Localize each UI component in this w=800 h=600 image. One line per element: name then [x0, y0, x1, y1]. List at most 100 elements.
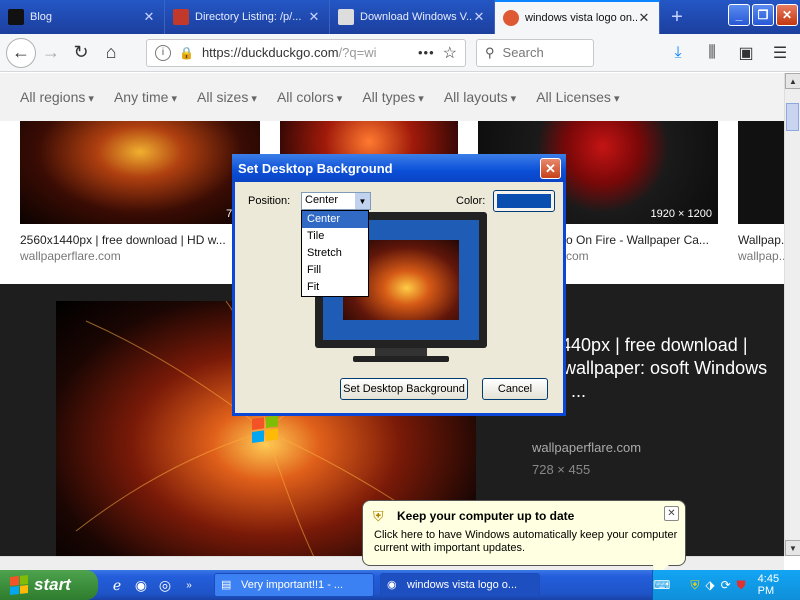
new-tab-icon[interactable]: + [660, 0, 694, 34]
option-fill[interactable]: Fill [302, 262, 368, 279]
set-desktop-background-button[interactable]: Set Desktop Background [340, 378, 468, 400]
update-balloon[interactable]: ⛨ Keep your computer up to date ✕ Click … [362, 500, 686, 577]
taskbar-item[interactable]: ▤ Very important!!1 - ... [214, 573, 374, 597]
filter-regions[interactable]: All regions [20, 89, 94, 105]
search-icon: ⚲ [485, 44, 495, 60]
library-icon[interactable]: ⫼ [698, 39, 726, 67]
position-value: Center [305, 194, 339, 206]
detail-dimensions: 728 × 455 [532, 462, 591, 477]
close-window-icon[interactable]: ✕ [776, 4, 798, 26]
monitor-base [353, 356, 449, 362]
tab-close-icon[interactable]: ✕ [637, 10, 651, 26]
taskbar-item-label: windows vista logo o... [407, 579, 518, 591]
result-caption[interactable]: 2560x1440px | free download | HD w... [20, 233, 260, 247]
toolbar-right: ⤓ ⫼ ▣ ☰ [664, 39, 794, 67]
keyboard-icon[interactable]: ⌨ [653, 578, 670, 592]
tab-close-icon[interactable]: ✕ [472, 9, 486, 25]
color-swatch [497, 194, 551, 208]
chevron-down-icon[interactable]: ▼ [355, 193, 370, 209]
download-icon[interactable]: ⤓ [664, 39, 692, 67]
window-controls: _ ❐ ✕ [728, 4, 798, 26]
tab-close-icon[interactable]: ✕ [307, 9, 321, 25]
sidebar-icon[interactable]: ▣ [732, 39, 760, 67]
url-main: https://duckduckgo.com [201, 45, 339, 60]
start-button[interactable]: start [0, 570, 98, 600]
balloon-text: Click here to have Windows automatically… [374, 529, 678, 554]
home-icon[interactable]: ⌂ [96, 38, 126, 68]
back-arrow-icon[interactable]: ← [6, 37, 36, 68]
system-tray: ⌨ ⛨ ⬗ ⟳ ⛊ 4:45 PM [652, 570, 800, 600]
update-icon[interactable]: ⟳ [721, 578, 731, 592]
result-thumbnail[interactable]: 728 × [20, 121, 260, 224]
result-source: wallpaperflare.com [20, 249, 121, 263]
filter-layouts[interactable]: All layouts [444, 89, 516, 105]
scroll-thumb[interactable] [786, 103, 799, 131]
blog-favicon-icon [8, 9, 24, 25]
info-icon[interactable]: i [155, 44, 171, 61]
image-size: 1920 × 1200 [650, 208, 712, 220]
shield-icon: ⛨ [373, 508, 384, 524]
tab-strip: Blog ✕ Directory Listing: /p/... ✕ Downl… [0, 0, 800, 34]
detail-title[interactable]: 0x1440px | free download | HD wallpaper:… [532, 334, 772, 403]
filter-time[interactable]: Any time [114, 89, 177, 105]
firefox-icon[interactable]: ◉ [132, 576, 150, 594]
tab-windows-vista-logo[interactable]: windows vista logo on... ✕ [495, 0, 660, 34]
quick-launch-expand-icon[interactable]: » [180, 576, 198, 594]
window-icon: ▤ [221, 579, 232, 591]
color-picker-button[interactable] [493, 190, 555, 212]
result-thumbnail[interactable] [738, 121, 784, 224]
search-box[interactable]: ⚲ Search [476, 38, 594, 67]
position-dropdown-list: Center Tile Stretch Fill Fit [301, 210, 369, 297]
minimize-icon[interactable]: _ [728, 4, 750, 26]
security-alert-icon[interactable]: ⛨ [690, 578, 699, 593]
taskbar-item[interactable]: ◉ windows vista logo o... [380, 573, 540, 597]
tab-download-windows[interactable]: Download Windows V... ✕ [330, 0, 495, 34]
option-tile[interactable]: Tile [302, 228, 368, 245]
scroll-down-icon[interactable]: ▼ [785, 540, 800, 556]
media-icon[interactable]: ◎ [156, 576, 174, 594]
position-select[interactable]: Center ▼ [301, 192, 371, 210]
detail-source[interactable]: wallpaperflare.com [532, 440, 641, 455]
page-actions-icon[interactable]: ••• [418, 45, 435, 60]
option-center[interactable]: Center [302, 211, 368, 228]
security-center-icon[interactable]: ⛊ [737, 578, 746, 593]
nav-bar: ← → ↻ ⌂ i 🔒 https://duckduckgo.com/?q=wi… [0, 34, 800, 72]
tab-blog[interactable]: Blog ✕ [0, 0, 165, 34]
download-favicon-icon [338, 9, 354, 25]
hamburger-menu-icon[interactable]: ☰ [766, 39, 794, 67]
scroll-up-icon[interactable]: ▲ [785, 73, 800, 89]
result-caption[interactable]: o On Fire - Wallpaper Ca... [566, 233, 718, 247]
filter-types[interactable]: All types [362, 89, 424, 105]
option-stretch[interactable]: Stretch [302, 245, 368, 262]
position-label: Position: [248, 195, 291, 207]
tab-close-icon[interactable]: ✕ [142, 9, 156, 25]
bookmark-star-icon[interactable]: ☆ [443, 43, 457, 63]
filter-colors[interactable]: All colors [277, 89, 342, 105]
reload-icon[interactable]: ↻ [66, 38, 96, 68]
network-icon[interactable]: ⬗ [705, 578, 714, 592]
url-bar[interactable]: i 🔒 https://duckduckgo.com/?q=wi ••• ☆ [146, 38, 466, 67]
filter-licenses[interactable]: All Licenses [536, 89, 619, 105]
option-fit[interactable]: Fit [302, 279, 368, 296]
lock-icon[interactable]: 🔒 [179, 46, 194, 60]
dialog-title: Set Desktop Background [232, 154, 566, 182]
tab-directory-listing[interactable]: Directory Listing: /p/... ✕ [165, 0, 330, 34]
balloon-close-icon[interactable]: ✕ [664, 506, 679, 521]
restore-icon[interactable]: ❐ [752, 4, 774, 26]
cancel-button[interactable]: Cancel [482, 378, 548, 400]
dialog-close-icon[interactable]: ✕ [540, 158, 561, 179]
tab-title: Blog [30, 11, 53, 23]
duckduckgo-favicon-icon [503, 10, 519, 26]
clock: 4:45 PM [757, 573, 780, 597]
filter-bar: All regions Any time All sizes All color… [0, 73, 784, 121]
start-label: start [34, 575, 71, 594]
result-caption[interactable]: Wallpap... [738, 233, 784, 247]
windows-flag-icon [10, 575, 28, 595]
url-text: https://duckduckgo.com/?q=wi [202, 45, 410, 60]
vertical-scrollbar[interactable]: ▲ ▼ [784, 73, 800, 556]
balloon-title: Keep your computer up to date [397, 509, 575, 523]
internet-explorer-icon[interactable]: ℯ [108, 576, 126, 594]
forward-arrow-icon[interactable]: → [36, 38, 66, 68]
monitor-stand [375, 348, 427, 356]
filter-sizes[interactable]: All sizes [197, 89, 257, 105]
